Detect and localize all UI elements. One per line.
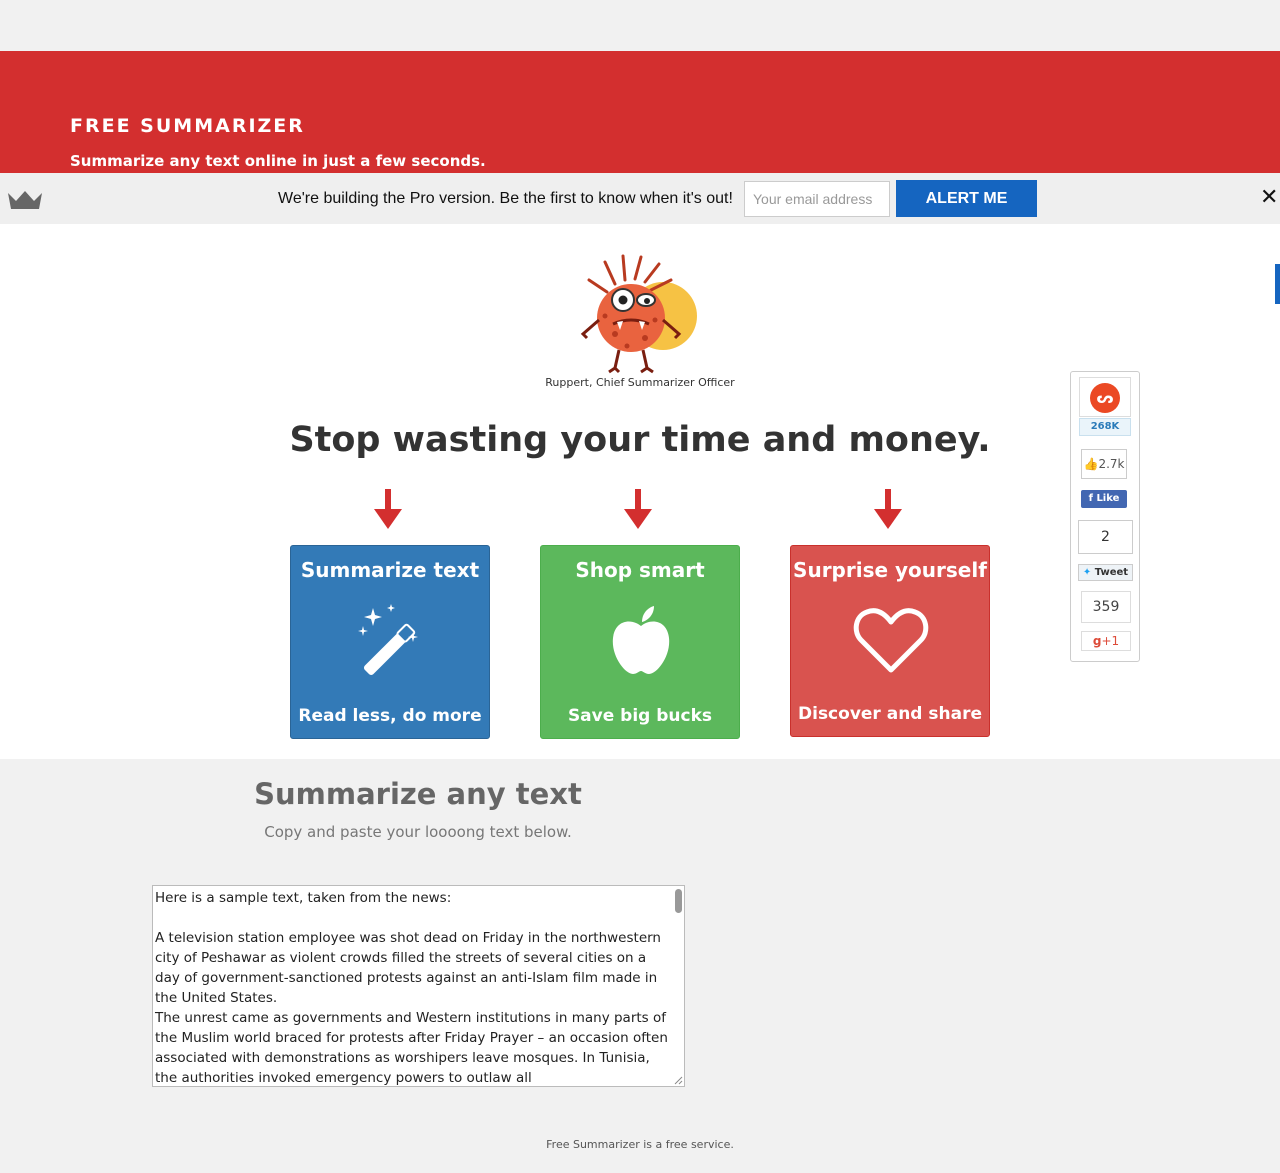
- site-tagline: Summarize any text online in just a few …: [70, 152, 486, 170]
- card-subtitle: Discover and share: [798, 704, 982, 724]
- section-subtitle: Copy and paste your loooong text below.: [264, 823, 572, 841]
- card-title: Summarize text: [300, 558, 480, 582]
- summarize-text-card[interactable]: Summarize text Read less, do more: [290, 545, 490, 739]
- text-input[interactable]: Here is a sample text, taken from the ne…: [152, 885, 685, 1087]
- close-icon[interactable]: ✕: [1260, 185, 1278, 210]
- surprise-yourself-card[interactable]: Surprise yourself Discover and share: [790, 545, 990, 737]
- email-field[interactable]: [744, 181, 890, 217]
- pro-message: We're building the Pro version. Be the f…: [278, 190, 733, 207]
- twitter-icon: ✦: [1082, 567, 1095, 578]
- tweet-label: Tweet: [1094, 567, 1129, 578]
- facebook-like-button[interactable]: f Like: [1081, 490, 1127, 508]
- brand-title[interactable]: FREE SUMMARIZER: [70, 115, 305, 137]
- card-subtitle: Read less, do more: [298, 706, 482, 726]
- share-panel: ᔕ 268K 👍2.7k f Like 2 ✦ Tweet 359 g+1: [1070, 371, 1140, 662]
- site-header: FREE SUMMARIZER Summarize any text onlin…: [0, 51, 1280, 173]
- thumbs-up-icon: 👍: [1083, 457, 1099, 471]
- gplus-button[interactable]: g+1: [1081, 631, 1131, 651]
- summarize-section: Summarize any text Copy and paste your l…: [0, 759, 1280, 1173]
- summary-length-control: [290, 1110, 510, 1120]
- twitter-count: 2: [1078, 520, 1133, 554]
- pro-version-bar: We're building the Pro version. Be the f…: [0, 173, 1280, 224]
- scrollbar-thumb[interactable]: [675, 889, 682, 913]
- tweet-button[interactable]: ✦ Tweet: [1078, 564, 1133, 581]
- card-subtitle: Save big bucks: [567, 706, 713, 726]
- crown-icon: [8, 191, 42, 209]
- gplus-label: +1: [1101, 634, 1120, 648]
- stumbleupon-button[interactable]: ᔕ: [1079, 377, 1131, 417]
- facebook-like-label: Like: [1096, 493, 1120, 504]
- down-arrow-icon: [374, 489, 402, 529]
- mascot-image: [580, 254, 697, 374]
- heart-icon: [853, 608, 929, 673]
- section-title: Summarize any text: [254, 777, 582, 811]
- shop-smart-card[interactable]: Shop smart Save big bucks: [540, 545, 740, 739]
- magic-wand-icon: [358, 604, 418, 676]
- facebook-count: 👍2.7k: [1081, 449, 1127, 479]
- stumbleupon-count: 268K: [1079, 418, 1131, 436]
- footer-text: Free Summarizer is a free service.: [546, 1138, 734, 1151]
- gplus-count: 359: [1081, 591, 1131, 623]
- facebook-count-value: 2.7k: [1098, 457, 1125, 471]
- card-title: Shop smart: [575, 558, 705, 582]
- resize-handle-icon[interactable]: [674, 1076, 683, 1085]
- apple-icon: [612, 606, 670, 674]
- alert-me-button[interactable]: ALERT ME: [896, 180, 1037, 217]
- top-strip: [0, 0, 1280, 51]
- down-arrow-icon: [874, 489, 902, 529]
- stumbleupon-icon: ᔕ: [1090, 383, 1120, 413]
- edge-tab: [1275, 264, 1280, 304]
- card-title: Surprise yourself: [793, 558, 987, 582]
- down-arrow-icon: [624, 489, 652, 529]
